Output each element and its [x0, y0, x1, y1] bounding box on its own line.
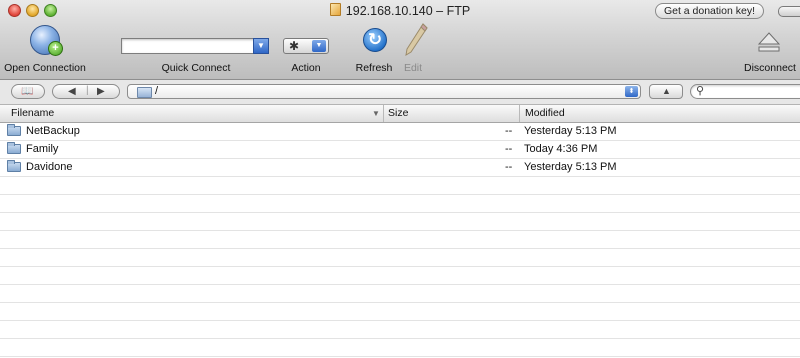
file-size: -- [505, 161, 513, 173]
sort-arrow-icon: ▼ [372, 109, 380, 118]
file-name: NetBackup [26, 125, 80, 137]
gear-icon: ✱ [289, 39, 300, 53]
folder-icon [7, 160, 21, 172]
table-row [0, 321, 800, 339]
toolbar-toggle-button[interactable] [778, 6, 800, 17]
donation-key-button[interactable]: Get a donation key! [654, 3, 764, 19]
back-forward-buttons: ◀ | ▶ [52, 84, 120, 99]
file-list: NetBackup -- Yesterday 5:13 PM Family -- Toda… [0, 123, 800, 357]
table-row [0, 195, 800, 213]
folder-icon [7, 124, 21, 136]
open-connection-button[interactable]: + Open Connection [0, 22, 90, 78]
table-row [0, 231, 800, 249]
file-size: -- [505, 125, 513, 137]
action-menu-button[interactable]: ✱ ▼ Action [283, 22, 329, 78]
bookmarks-button[interactable]: 📖 [11, 84, 45, 99]
parent-directory-button[interactable]: ▲ [649, 84, 683, 99]
back-button[interactable]: ◀ [68, 85, 76, 98]
table-row [0, 303, 800, 321]
file-size: -- [505, 143, 513, 155]
forward-button[interactable]: ▶ [97, 85, 105, 98]
file-name: Davidone [26, 161, 73, 173]
file-modified: Today 4:36 PM [524, 143, 598, 155]
window-chrome: 192.168.10.140 – FTP Get a donation key!… [0, 0, 800, 80]
folder-icon [137, 87, 152, 98]
action-popup[interactable]: ✱ ▼ [283, 38, 329, 54]
modified-column-header[interactable]: Modified [519, 105, 800, 122]
chevron-down-icon: ▼ [312, 40, 326, 52]
table-row[interactable]: Davidone -- Yesterday 5:13 PM [0, 159, 800, 177]
table-row [0, 177, 800, 195]
file-name: Family [26, 143, 59, 155]
table-row [0, 339, 800, 357]
filename-column-header[interactable]: Filename [11, 105, 371, 122]
folder-icon [7, 142, 21, 154]
table-row [0, 285, 800, 303]
table-row[interactable]: Family -- Today 4:36 PM [0, 141, 800, 159]
quick-connect-input[interactable]: ▼ [121, 38, 269, 54]
search-icon: ⚲ [696, 85, 705, 97]
refresh-button[interactable]: ↻ Refresh [349, 22, 399, 78]
quick-connect-dropdown[interactable]: ▼ [253, 38, 269, 54]
table-row [0, 249, 800, 267]
search-input[interactable]: ⚲ [690, 84, 800, 99]
book-icon: 📖 [21, 86, 34, 97]
file-modified: Yesterday 5:13 PM [524, 125, 617, 137]
eject-icon [758, 32, 780, 52]
refresh-icon: ↻ [363, 28, 387, 52]
edit-button[interactable]: Edit [393, 22, 433, 78]
document-icon [329, 3, 341, 16]
size-column-header[interactable]: Size [383, 105, 519, 122]
pencil-icon [405, 23, 428, 56]
table-row [0, 213, 800, 231]
path-stepper-icon: ⬍ [625, 86, 638, 97]
path-bar: 📖 ◀ | ▶ / ⬍ ▲ ⚲ [0, 80, 800, 105]
disconnect-button[interactable]: Disconnect [740, 22, 800, 78]
path-selector[interactable]: / ⬍ [127, 84, 641, 99]
up-arrow-icon: ▲ [662, 86, 671, 96]
quick-connect-group: ▼ Quick Connect [121, 22, 271, 78]
table-header: Filename ▼ Size Modified [0, 105, 800, 123]
file-modified: Yesterday 5:13 PM [524, 161, 617, 173]
table-row[interactable]: NetBackup -- Yesterday 5:13 PM [0, 123, 800, 141]
table-row [0, 267, 800, 285]
plus-icon: + [48, 41, 63, 56]
